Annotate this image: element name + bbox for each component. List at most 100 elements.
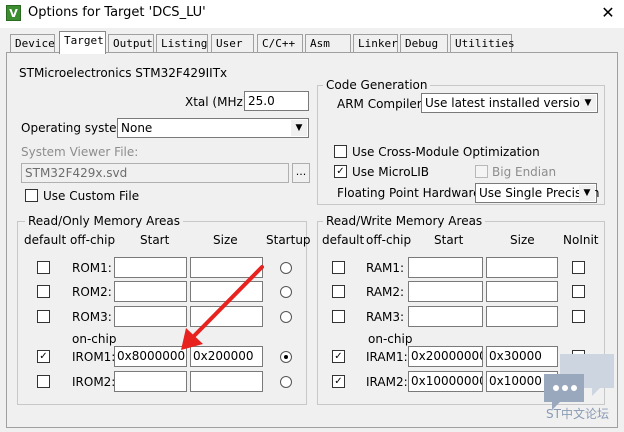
irom1-size-input[interactable]: 0x200000 (190, 346, 263, 367)
arm-compiler-value: Use latest installed version (425, 96, 588, 110)
ro-header-offchip: off-chip (70, 233, 116, 247)
ram3-noinit-checkbox[interactable] (572, 310, 585, 323)
iram2-start-input[interactable]: 0x10000000 (408, 371, 483, 392)
close-icon[interactable]: ✕ (598, 3, 618, 23)
microlib-label: Use MicroLIB (352, 165, 429, 179)
ram1-label: RAM1: (366, 261, 405, 275)
ram3-default-checkbox[interactable] (332, 310, 345, 323)
rw-header-default: default (322, 233, 365, 247)
tab-debug[interactable]: Debug (400, 34, 448, 52)
tab-output[interactable]: Output (108, 34, 154, 52)
arm-compiler-label: ARM Compiler: (337, 97, 426, 111)
tab-utilities[interactable]: Utilities (450, 34, 515, 52)
ram1-default-checkbox[interactable] (332, 261, 345, 274)
rom3-start-input[interactable] (114, 306, 187, 327)
ram2-size-input[interactable] (486, 281, 558, 302)
rw-header-noinit: NoInit (563, 233, 599, 247)
rom2-startup-radio[interactable] (280, 286, 292, 298)
rom2-default-checkbox[interactable] (37, 285, 50, 298)
custom-file-checkbox[interactable] (25, 189, 38, 202)
big-endian-label: Big Endian (492, 165, 557, 179)
ro-onchip-label: on-chip (72, 332, 117, 346)
xtal-input[interactable]: 25.0 (244, 91, 309, 111)
irom1-start-input[interactable]: 0x8000000 (114, 346, 187, 367)
rom1-default-checkbox[interactable] (37, 261, 50, 274)
tab-user[interactable]: User (211, 34, 254, 52)
ram3-start-input[interactable] (408, 306, 483, 327)
ram1-start-input[interactable] (408, 257, 483, 278)
tab-linker[interactable]: Linker (353, 34, 398, 52)
irom2-size-input[interactable] (190, 371, 263, 392)
rom3-size-input[interactable] (190, 306, 263, 327)
irom1-startup-radio[interactable] (280, 351, 292, 363)
tab-asm[interactable]: Asm (305, 34, 351, 52)
iram1-start-input[interactable]: 0x20000000 (408, 346, 483, 367)
fp-hardware-label: Floating Point Hardware: (337, 186, 485, 200)
iram2-label: IRAM2: (366, 375, 408, 389)
ram2-start-input[interactable] (408, 281, 483, 302)
read-write-title: Read/Write Memory Areas (323, 214, 486, 228)
rom1-label: ROM1: (72, 261, 112, 275)
ram2-label: RAM2: (366, 285, 405, 299)
ram2-noinit-checkbox[interactable] (572, 285, 585, 298)
keil-app-icon: V (6, 5, 21, 21)
ram2-default-checkbox[interactable] (332, 285, 345, 298)
rw-header-start: Start (434, 233, 464, 247)
ram3-label: RAM3: (366, 310, 405, 324)
tab-device[interactable]: Device (10, 34, 55, 52)
rw-header-offchip: off-chip (366, 233, 412, 247)
rom1-startup-radio[interactable] (280, 262, 292, 274)
cross-module-label: Use Cross-Module Optimization (352, 145, 540, 159)
rw-onchip-label: on-chip (368, 332, 413, 346)
os-select[interactable]: None ▼ (117, 118, 309, 138)
viewer-file-field: STM32F429x.svd (21, 163, 289, 183)
arm-compiler-select[interactable]: Use latest installed version ▼ (421, 93, 598, 113)
ro-header-start: Start (140, 233, 170, 247)
irom2-default-checkbox[interactable] (37, 375, 50, 388)
rom2-size-input[interactable] (190, 281, 263, 302)
window-title: Options for Target 'DCS_LU' (28, 5, 206, 20)
fp-hardware-select[interactable]: Use Single Precision ▼ (475, 183, 599, 203)
rom1-start-input[interactable] (114, 257, 187, 278)
code-generation-title: Code Generation (323, 78, 431, 92)
tab-listing[interactable]: Listing (156, 34, 208, 52)
viewer-label: System Viewer File: (21, 145, 139, 159)
iram2-default-checkbox[interactable]: ✓ (332, 375, 345, 388)
rom1-size-input[interactable] (190, 257, 263, 278)
rom3-label: ROM3: (72, 310, 112, 324)
cross-module-checkbox[interactable] (334, 145, 347, 158)
irom1-default-checkbox[interactable]: ✓ (37, 350, 50, 363)
iram1-default-checkbox[interactable]: ✓ (332, 350, 345, 363)
chevron-down-icon[interactable]: ▼ (580, 95, 596, 111)
tab-target[interactable]: Target (59, 31, 106, 54)
ram1-noinit-checkbox[interactable] (572, 261, 585, 274)
xtal-label: Xtal (MHz): (185, 95, 252, 109)
iram1-label: IRAM1: (366, 350, 408, 364)
ro-header-startup: Startup (266, 233, 311, 247)
rom2-start-input[interactable] (114, 281, 187, 302)
custom-file-label: Use Custom File (43, 189, 140, 203)
browse-button: ... (292, 163, 310, 183)
ro-header-size: Size (213, 233, 238, 247)
rom3-default-checkbox[interactable] (37, 310, 50, 323)
chevron-down-icon[interactable]: ▼ (291, 120, 307, 136)
ro-header-default: default (24, 233, 67, 247)
watermark-text: ST中文论坛 (546, 407, 609, 421)
ram1-size-input[interactable] (486, 257, 558, 278)
os-value: None (121, 121, 153, 135)
tab-c-c-[interactable]: C/C++ (257, 34, 303, 52)
irom1-label: IROM1: (72, 350, 116, 364)
irom2-start-input[interactable] (114, 371, 187, 392)
os-label: Operating system: (21, 121, 133, 135)
rom3-startup-radio[interactable] (280, 311, 292, 323)
microlib-checkbox[interactable]: ✓ (334, 165, 347, 178)
chevron-down-icon[interactable]: ▼ (579, 185, 595, 201)
rw-header-size: Size (510, 233, 535, 247)
device-name: STMicroelectronics STM32F429IITx (19, 66, 228, 80)
rom2-label: ROM2: (72, 285, 112, 299)
big-endian-checkbox (475, 165, 488, 178)
irom2-label: IROM2: (72, 375, 116, 389)
ram3-size-input[interactable] (486, 306, 558, 327)
read-only-title: Read/Only Memory Areas (25, 214, 183, 228)
irom2-startup-radio[interactable] (280, 376, 292, 388)
